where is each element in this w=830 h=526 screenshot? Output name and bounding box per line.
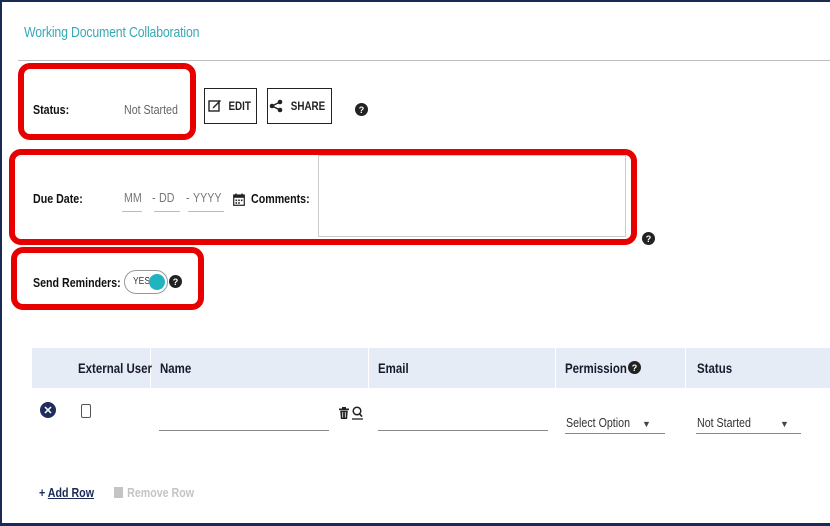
header-email: Email — [378, 360, 409, 376]
status-highlight-box — [18, 63, 196, 140]
trash-icon[interactable] — [339, 407, 349, 419]
status-select[interactable]: Not Started — [697, 415, 751, 430]
due-date-highlight-box — [9, 149, 637, 245]
edit-button-label: EDIT — [228, 99, 251, 113]
search-icon[interactable] — [352, 406, 363, 420]
remove-row-icon[interactable]: ✕ — [40, 402, 56, 418]
reminders-highlight-box — [11, 247, 204, 310]
status-underline — [696, 433, 801, 434]
remove-row-button[interactable]: Remove Row — [114, 485, 194, 500]
edit-icon — [208, 100, 221, 112]
share-icon — [270, 99, 283, 113]
share-button[interactable]: SHARE — [267, 88, 332, 124]
remove-row-label: Remove Row — [127, 485, 195, 500]
header-status: Status — [697, 360, 733, 376]
help-icon[interactable]: ? — [628, 361, 641, 374]
email-input[interactable] — [378, 430, 548, 431]
add-row-label: Add Row — [47, 485, 94, 500]
name-input[interactable] — [159, 430, 329, 431]
plus-icon: + — [39, 485, 46, 500]
help-icon[interactable]: ? — [355, 103, 368, 116]
chevron-down-icon[interactable]: ▼ — [780, 419, 789, 429]
add-row-button[interactable]: + Add Row — [39, 485, 94, 500]
minus-square-icon — [114, 487, 124, 498]
header-permission: Permission — [565, 360, 627, 376]
help-icon[interactable]: ? — [642, 232, 655, 245]
permission-underline — [565, 433, 665, 434]
share-button-label: SHARE — [291, 99, 326, 113]
column-divider — [368, 348, 369, 388]
column-divider — [685, 348, 686, 388]
external-user-checkbox[interactable] — [81, 404, 91, 418]
permission-select[interactable]: Select Option — [566, 415, 630, 430]
header-external-user: External User — [78, 360, 153, 376]
edit-button[interactable]: EDIT — [204, 88, 257, 124]
chevron-down-icon[interactable]: ▼ — [642, 419, 651, 429]
page-title: Working Document Collaboration — [24, 24, 200, 41]
column-divider — [555, 348, 556, 388]
title-divider — [18, 60, 830, 61]
header-name: Name — [160, 360, 192, 376]
